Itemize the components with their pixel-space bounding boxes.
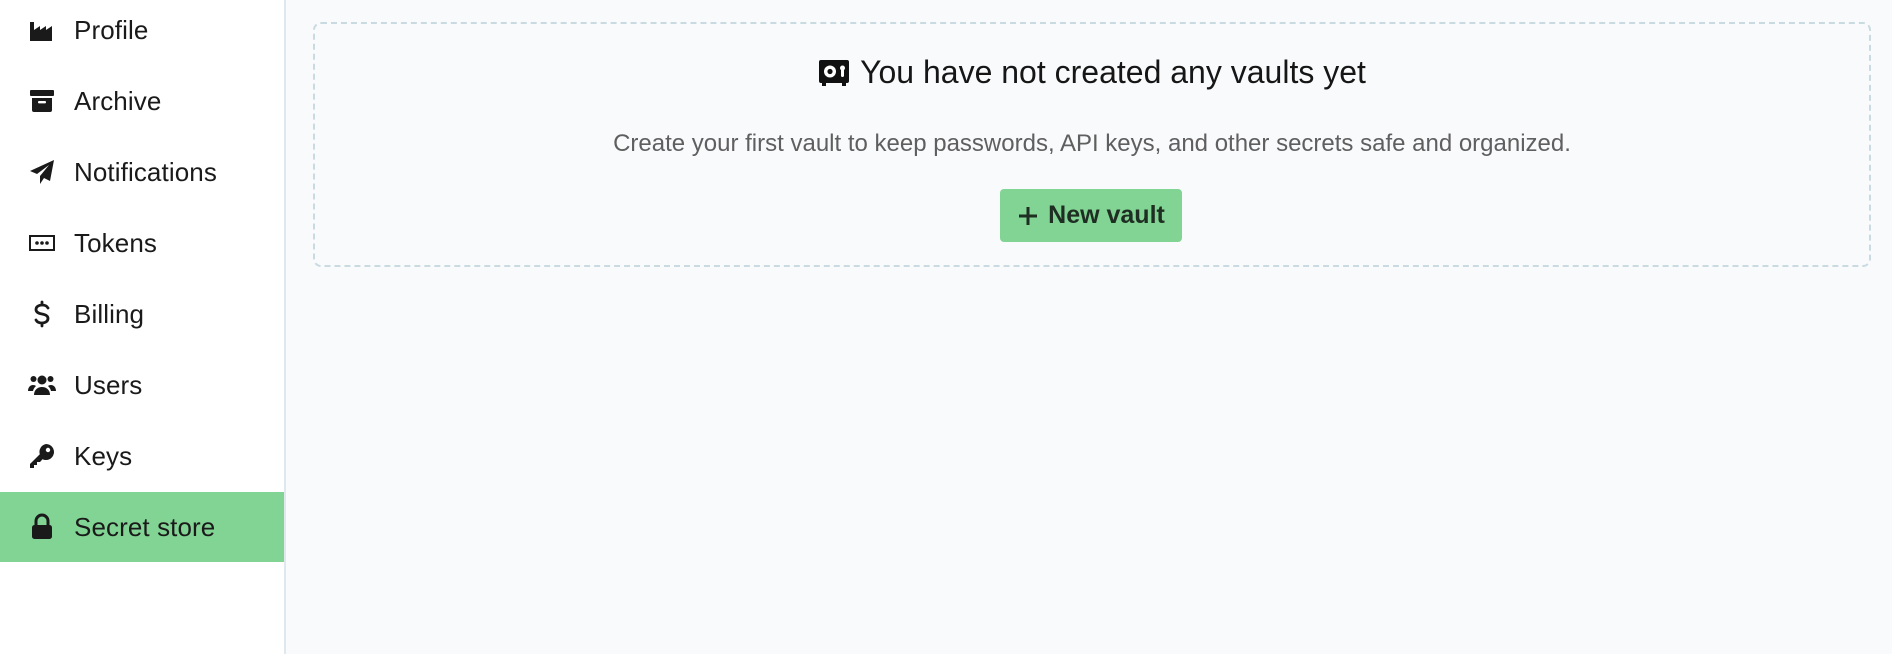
sidebar-item-label: Secret store — [74, 511, 216, 542]
key-icon — [27, 441, 57, 471]
sidebar-item-label: Notifications — [74, 156, 217, 187]
industry-icon — [27, 15, 57, 45]
sidebar-item-profile[interactable]: Profile — [0, 0, 284, 65]
sidebar-item-billing[interactable]: Billing — [0, 279, 284, 349]
empty-state-description: Create your first vault to keep password… — [613, 130, 1571, 157]
vault-icon — [819, 59, 850, 86]
lock-icon — [27, 512, 57, 542]
sidebar-item-label: Billing — [74, 298, 145, 329]
token-icon — [27, 228, 57, 258]
empty-state-panel: You have not created any vaults yet Crea… — [313, 22, 1871, 267]
main-content: You have not created any vaults yet Crea… — [286, 0, 1892, 654]
sidebar-item-label: Keys — [74, 440, 133, 471]
users-icon — [27, 370, 57, 400]
sidebar: Profile Archive Notifications Tokens Bil — [0, 0, 286, 654]
sidebar-item-archive[interactable]: Archive — [0, 66, 284, 136]
sidebar-item-label: Users — [74, 369, 143, 400]
app: Profile Archive Notifications Tokens Bil — [0, 0, 1892, 654]
empty-state-title-text: You have not created any vaults yet — [860, 54, 1366, 90]
sidebar-item-label: Profile — [74, 14, 149, 45]
new-vault-button-label: New vault — [1048, 201, 1165, 229]
sidebar-item-secret-store[interactable]: Secret store — [0, 492, 284, 562]
paper-plane-icon — [27, 157, 57, 187]
new-vault-button[interactable]: New vault — [1000, 189, 1182, 242]
sidebar-item-users[interactable]: Users — [0, 350, 284, 420]
archive-icon — [27, 86, 57, 116]
plus-icon — [1019, 206, 1038, 225]
sidebar-item-label: Tokens — [74, 227, 157, 258]
sidebar-item-keys[interactable]: Keys — [0, 421, 284, 491]
sidebar-item-notifications[interactable]: Notifications — [0, 137, 284, 207]
dollar-icon — [27, 299, 57, 329]
sidebar-item-label: Archive — [74, 85, 162, 116]
empty-state-title: You have not created any vaults yet — [315, 54, 1869, 91]
sidebar-item-tokens[interactable]: Tokens — [0, 208, 284, 278]
